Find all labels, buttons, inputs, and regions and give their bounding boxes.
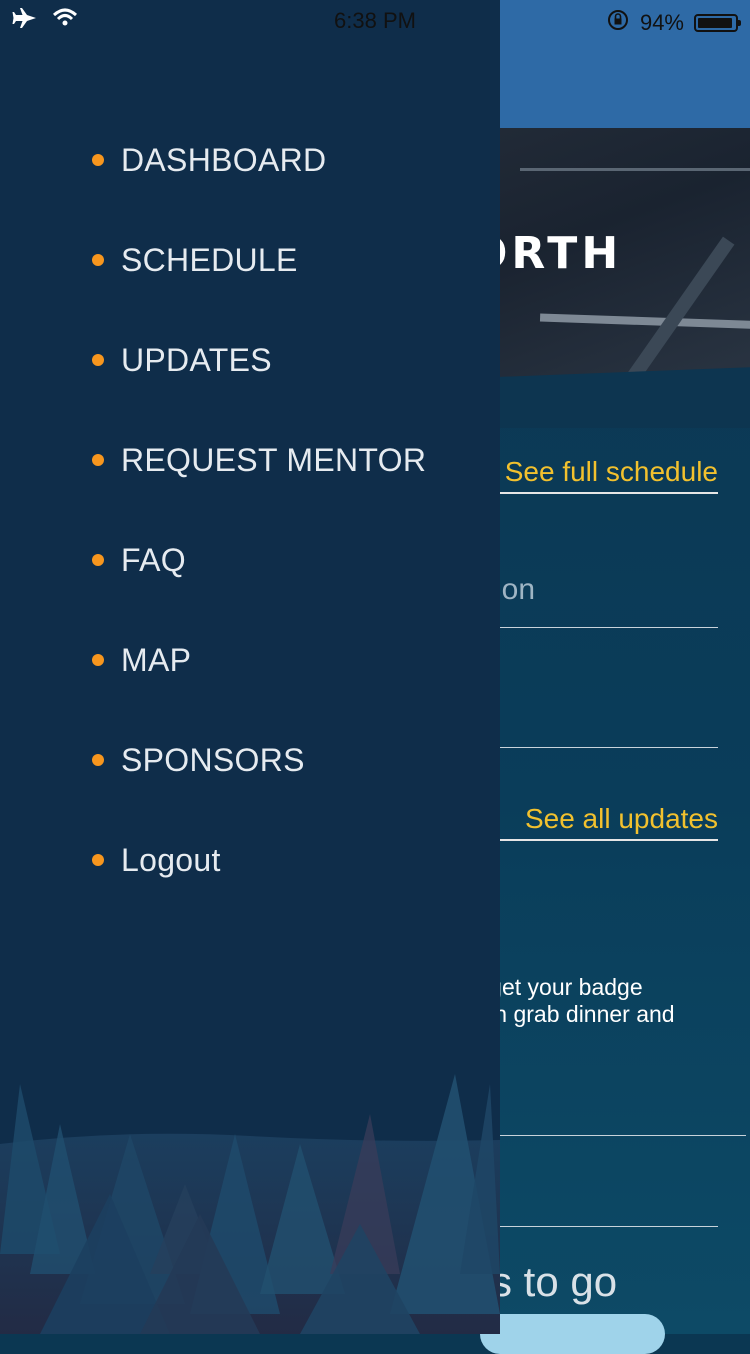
battery-icon <box>694 14 741 32</box>
divider <box>480 1135 746 1136</box>
menu-item-label: REQUEST MENTOR <box>121 441 427 478</box>
bullet-icon <box>92 354 104 366</box>
bullet-icon <box>92 254 104 266</box>
menu-item-label: SCHEDULE <box>121 241 298 278</box>
divider <box>480 1226 718 1227</box>
bullet-icon <box>92 854 104 866</box>
side-drawer: DASHBOARD SCHEDULE UPDATES REQUEST MENTO… <box>0 0 500 1334</box>
status-bar: 6:38 PM 94% <box>0 0 750 40</box>
see-all-updates-link[interactable]: See all updates <box>470 803 718 841</box>
update-text-line: can grab dinner and <box>470 1001 675 1027</box>
bullet-icon <box>92 454 104 466</box>
menu-item-map[interactable]: MAP <box>0 610 500 710</box>
menu-item-label: MAP <box>121 641 192 678</box>
bullet-icon <box>92 654 104 666</box>
see-full-schedule-link[interactable]: See full schedule <box>470 456 718 494</box>
menu-item-dashboard[interactable]: DASHBOARD <box>0 110 500 210</box>
menu-item-label: DASHBOARD <box>121 141 327 178</box>
menu-item-sponsors[interactable]: SPONSORS <box>0 710 500 810</box>
battery-percent: 94% <box>639 10 684 35</box>
menu-item-faq[interactable]: FAQ <box>0 510 500 610</box>
divider <box>480 747 718 748</box>
menu-item-logout[interactable]: Logout <box>0 810 500 910</box>
bullet-icon <box>92 154 104 166</box>
menu-item-label: Logout <box>121 841 221 878</box>
menu-item-label: SPONSORS <box>121 741 305 778</box>
drawer-menu: DASHBOARD SCHEDULE UPDATES REQUEST MENTO… <box>0 110 500 910</box>
menu-item-updates[interactable]: UPDATES <box>0 310 500 410</box>
menu-item-label: UPDATES <box>121 341 272 378</box>
menu-item-label: FAQ <box>121 541 186 578</box>
bullet-icon <box>92 554 104 566</box>
divider <box>480 627 718 628</box>
bullet-icon <box>92 754 104 766</box>
update-text: o get your badge can grab dinner and <box>470 974 750 1028</box>
background-button[interactable] <box>480 1314 665 1354</box>
menu-item-request-mentor[interactable]: REQUEST MENTOR <box>0 410 500 510</box>
rotation-lock-icon <box>606 8 630 38</box>
menu-item-schedule[interactable]: SCHEDULE <box>0 210 500 310</box>
update-text-line: o get your badge <box>470 974 643 1000</box>
forest-illustration <box>0 1074 500 1334</box>
